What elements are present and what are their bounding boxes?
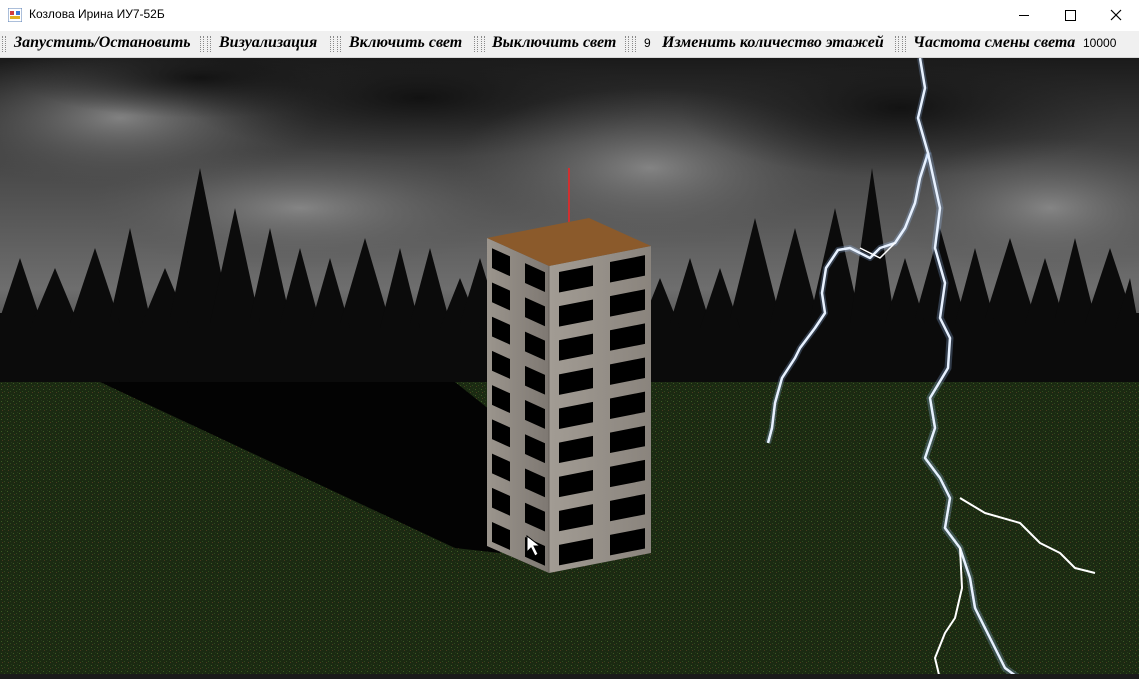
toolbar-separator	[481, 36, 485, 52]
lights-off-button[interactable]: Выключить свет	[492, 34, 616, 52]
close-icon	[1110, 9, 1122, 21]
visualization-button[interactable]: Визуализация	[219, 34, 317, 52]
toolbar-separator	[330, 36, 334, 52]
toolbar-separator	[200, 36, 204, 52]
app-icon	[8, 8, 22, 22]
lights-on-button[interactable]: Включить свет	[349, 34, 462, 52]
building	[487, 218, 651, 573]
toolbar-grip	[2, 36, 6, 52]
toolbar-separator	[632, 36, 636, 52]
toolbar-separator	[902, 36, 906, 52]
minimize-icon	[1019, 15, 1029, 16]
toolbar-separator	[337, 36, 341, 52]
toolbar-separator	[895, 36, 899, 52]
app-window: Козлова Ирина ИУ7-52Б Запустить/Останови…	[0, 0, 1139, 679]
title-bar: Козлова Ирина ИУ7-52Б	[0, 0, 1139, 31]
window-title: Козлова Ирина ИУ7-52Б	[29, 7, 165, 21]
close-button[interactable]	[1093, 0, 1139, 31]
maximize-icon	[1065, 10, 1076, 21]
window-bottom-edge	[0, 674, 1139, 679]
toolbar-separator	[474, 36, 478, 52]
toolbar-separator	[625, 36, 629, 52]
light-frequency-button[interactable]: Частота смены света	[913, 34, 1075, 52]
change-floors-button[interactable]: Изменить количество этажей	[662, 34, 884, 52]
frequency-input[interactable]: 10000	[1083, 36, 1116, 50]
floors-count-input[interactable]: 9	[644, 36, 651, 50]
toolbar-separator	[207, 36, 211, 52]
scene-canvas[interactable]	[0, 58, 1139, 679]
minimize-button[interactable]	[1001, 0, 1047, 31]
toolbar: Запустить/Остановить Визуализация Включи…	[0, 31, 1139, 58]
maximize-button[interactable]	[1047, 0, 1093, 31]
start-stop-button[interactable]: Запустить/Остановить	[14, 34, 191, 52]
